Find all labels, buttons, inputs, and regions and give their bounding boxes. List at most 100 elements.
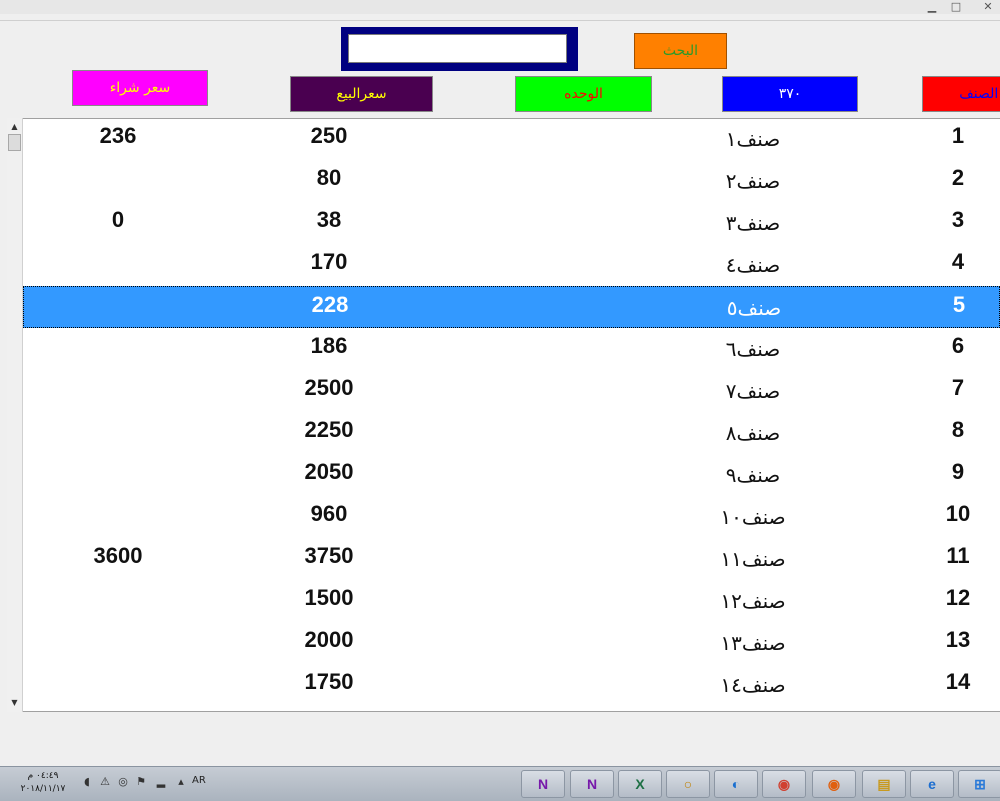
- buy-price-header-button[interactable]: سعر شراء: [72, 70, 208, 106]
- buy-price-cell: [80, 244, 156, 286]
- table-row[interactable]: 1750 صنف١٤ 14: [23, 664, 1000, 706]
- buy-price-cell: [81, 287, 157, 329]
- divider: [0, 20, 1000, 21]
- item-name-cell: صنف١٣: [720, 631, 786, 655]
- sale-price-cell: 2500: [304, 375, 354, 400]
- clock-date: ٢٠١٨/١١/١٧: [20, 784, 66, 794]
- sale-price-cell: 960: [310, 501, 348, 526]
- title-bar: ▁ □ ✕: [0, 0, 1000, 14]
- sale-price-cell: 170: [310, 249, 348, 274]
- swirl-app-icon[interactable]: ◐: [714, 770, 758, 798]
- item-id-cell: 4: [951, 249, 965, 274]
- buy-price-cell: [80, 496, 156, 538]
- security-icon[interactable]: ⚠: [98, 775, 112, 789]
- file-explorer-icon[interactable]: ▤: [862, 770, 906, 798]
- item-name-cell: صنف٩: [725, 463, 781, 487]
- onenote-icon[interactable]: N: [570, 770, 614, 798]
- item-name-cell: صنف٨: [725, 421, 781, 445]
- item-id-cell: 11: [946, 543, 970, 568]
- flag-icon[interactable]: ⚑: [134, 775, 148, 789]
- category-header-button[interactable]: د الصنف: [922, 76, 1000, 112]
- scroll-up-arrow-icon[interactable]: ▲: [7, 119, 22, 135]
- chrome-icon[interactable]: ◉: [762, 770, 806, 798]
- item-id-cell: 2: [951, 165, 965, 190]
- item-name-cell: صنف١١: [720, 547, 786, 571]
- buy-price-cell: 3600: [93, 543, 143, 568]
- search-input[interactable]: [348, 34, 567, 63]
- table-row[interactable]: 186 صنف٦ 6: [23, 328, 1000, 370]
- taskbar-clock[interactable]: ٠٤:٤٩ م ٢٠١٨/١١/١٧: [14, 770, 72, 796]
- table-row[interactable]: 1500 صنف١٢ 12: [23, 580, 1000, 622]
- item-id-cell: 5: [952, 292, 966, 317]
- item-id-cell: 8: [951, 417, 965, 442]
- volume-icon[interactable]: ◖: [80, 775, 94, 789]
- buy-price-cell: 236: [99, 123, 137, 148]
- item-id-cell: 13: [945, 627, 971, 652]
- start-icon[interactable]: ⊞: [958, 770, 1000, 798]
- excel-icon[interactable]: X: [618, 770, 662, 798]
- scroll-down-arrow-icon[interactable]: ▼: [7, 695, 22, 711]
- item-name-cell: صنف٦: [725, 337, 781, 361]
- buy-price-cell: [80, 664, 156, 706]
- sale-price-cell: 80: [316, 165, 342, 190]
- scroll-thumb[interactable]: [8, 134, 21, 151]
- sale-price-header-button[interactable]: سعرالبيع: [290, 76, 433, 112]
- item-name-cell: صنف١٤: [720, 673, 786, 697]
- buy-price-cell: [80, 160, 156, 202]
- sale-price-cell: 1500: [304, 585, 354, 610]
- table-row[interactable]: 236 250 صنف١ 1: [23, 118, 1000, 160]
- item-id-cell: 14: [945, 669, 971, 694]
- table-row[interactable]: 960 صنف١٠ 10: [23, 496, 1000, 538]
- buy-price-cell: 0: [111, 207, 125, 232]
- item-id-cell: 12: [945, 585, 971, 610]
- count-header-button[interactable]: ٣٧٠: [722, 76, 858, 112]
- table-row[interactable]: 80 صنف٢ 2: [23, 160, 1000, 202]
- internet-explorer-icon[interactable]: e: [910, 770, 954, 798]
- item-name-cell: صنف٤: [725, 253, 781, 277]
- clock-time: ٠٤:٤٩ م: [27, 771, 59, 781]
- onenote-icon[interactable]: N: [521, 770, 565, 798]
- table-row[interactable]: 2500 صنف٧ 7: [23, 370, 1000, 412]
- search-button[interactable]: البحث: [634, 33, 727, 69]
- item-id-cell: 10: [945, 501, 971, 526]
- table-row[interactable]: 3600 3750 صنف١١ 11: [23, 538, 1000, 580]
- buy-price-cell: [80, 328, 156, 370]
- table-row[interactable]: 170 صنف٤ 4: [23, 244, 1000, 286]
- table-row[interactable]: 2250 صنف٨ 8: [23, 412, 1000, 454]
- item-id-cell: 9: [951, 459, 965, 484]
- sale-price-cell: 2050: [304, 459, 354, 484]
- buy-price-cell: [80, 412, 156, 454]
- signal-icon[interactable]: ▂: [154, 775, 168, 789]
- buy-price-cell: [80, 580, 156, 622]
- item-id-cell: 7: [951, 375, 965, 400]
- sale-price-cell: 2250: [304, 417, 354, 442]
- sale-price-cell: 228: [311, 292, 349, 317]
- table-row[interactable]: 2000 صنف١٣ 13: [23, 622, 1000, 664]
- language-indicator[interactable]: AR: [192, 775, 206, 786]
- item-id-cell: 1: [951, 123, 965, 148]
- item-name-cell: صنف٢: [725, 169, 781, 193]
- item-id-cell: 6: [951, 333, 965, 358]
- sale-price-cell: 38: [316, 207, 342, 232]
- vertical-scrollbar[interactable]: ▲ ▼: [7, 118, 23, 712]
- sale-price-cell: 1750: [304, 669, 354, 694]
- unit-header-button[interactable]: الوحده: [515, 76, 652, 112]
- item-name-cell: صنف٥: [726, 296, 782, 320]
- sale-price-cell: 3750: [304, 543, 354, 568]
- network-icon[interactable]: ◎: [116, 775, 130, 789]
- sale-price-cell: 186: [310, 333, 348, 358]
- maximize-icon[interactable]: □: [948, 0, 964, 13]
- sale-price-cell: 250: [310, 123, 348, 148]
- table-row-selected[interactable]: 228 صنف٥ 5: [23, 286, 1000, 328]
- close-icon[interactable]: ✕: [980, 0, 996, 13]
- firefox-icon[interactable]: ◉: [812, 770, 856, 798]
- minimize-icon[interactable]: ▁: [924, 0, 940, 13]
- buy-price-cell: [80, 622, 156, 664]
- item-name-cell: صنف١٠: [720, 505, 786, 529]
- table-row[interactable]: 0 38 صنف٣ 3: [23, 202, 1000, 244]
- item-name-cell: صنف٣: [725, 211, 781, 235]
- table-row[interactable]: 2050 صنف٩ 9: [23, 454, 1000, 496]
- show-hidden-icon[interactable]: ▴: [174, 775, 188, 789]
- item-name-cell: صنف١: [725, 127, 781, 151]
- search-app-icon[interactable]: ○: [666, 770, 710, 798]
